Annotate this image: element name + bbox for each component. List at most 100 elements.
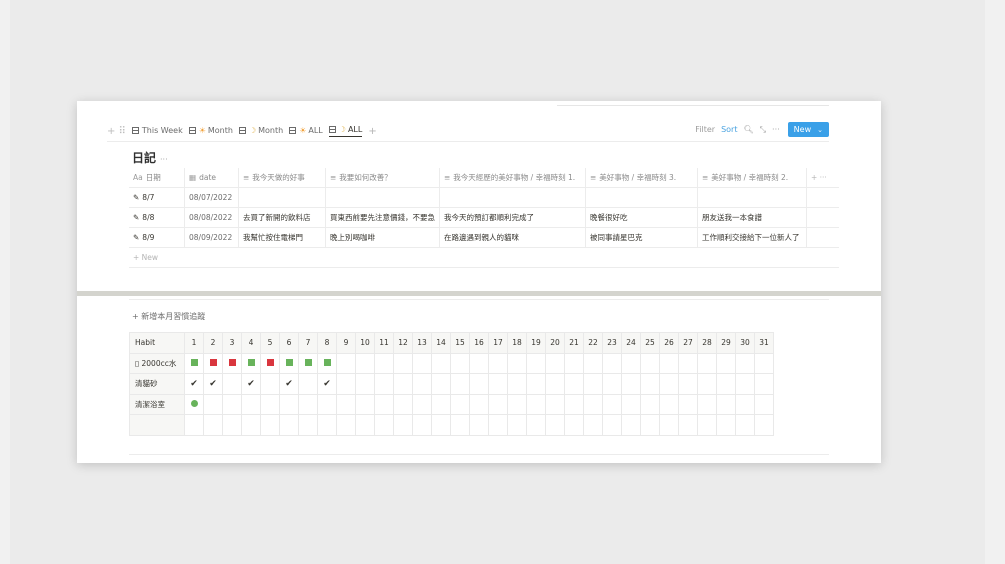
habit-day-cell[interactable] [431, 352, 451, 374]
habit-day-cell[interactable] [431, 393, 451, 415]
search-icon[interactable]: 🔍︎ [743, 125, 753, 134]
habit-day-cell[interactable] [488, 414, 508, 436]
habit-day-cell[interactable] [678, 414, 698, 436]
habit-day-cell[interactable] [564, 393, 584, 415]
habit-name[interactable] [129, 414, 185, 436]
view-tab-moon-month[interactable]: ☽ Month [238, 126, 283, 137]
habit-day-cell[interactable] [602, 373, 622, 395]
date-cell[interactable]: 08/08/2022 [184, 207, 239, 228]
habit-day-cell[interactable] [450, 414, 470, 436]
habit-day-cell[interactable] [659, 352, 679, 374]
text-cell[interactable] [697, 187, 807, 208]
habit-day-cell[interactable] [735, 352, 755, 374]
habit-day-cell[interactable] [621, 414, 641, 436]
habit-day-cell[interactable] [241, 393, 261, 415]
column-header-happy-3[interactable]: ≡ 美好事物 / 幸福時刻 3. [585, 168, 698, 188]
habit-day-cell[interactable] [526, 393, 546, 415]
habit-day-cell[interactable] [412, 373, 432, 395]
habit-row[interactable]: 清潔浴室 [129, 393, 774, 415]
habit-day-cell[interactable] [393, 393, 413, 415]
habit-day-cell[interactable] [697, 373, 717, 395]
habit-day-cell[interactable] [735, 414, 755, 436]
habit-day-cell[interactable] [412, 393, 432, 415]
more-options-icon[interactable]: ··· [160, 155, 168, 164]
habit-day-cell[interactable] [564, 373, 584, 395]
habit-name[interactable]: 清潔浴室 [129, 393, 185, 415]
habit-day-cell[interactable] [507, 414, 527, 436]
habit-day-cell[interactable] [697, 352, 717, 374]
habit-day-cell[interactable] [317, 352, 337, 374]
view-tab-moon-all[interactable]: ☽ ALL [328, 125, 363, 137]
habit-day-cell[interactable] [507, 373, 527, 395]
habit-day-cell[interactable] [336, 373, 356, 395]
habit-day-cell[interactable] [393, 414, 413, 436]
row-title[interactable]: ✎ 8/7 [129, 187, 185, 208]
habit-day-cell[interactable] [203, 393, 223, 415]
date-cell[interactable]: 08/09/2022 [184, 227, 239, 248]
habit-day-cell[interactable] [659, 373, 679, 395]
habit-day-cell[interactable] [507, 393, 527, 415]
habit-day-cell[interactable] [659, 393, 679, 415]
habit-day-cell[interactable] [203, 352, 223, 374]
add-view-icon[interactable]: + [368, 126, 376, 137]
habit-day-cell[interactable] [583, 414, 603, 436]
habit-day-cell[interactable]: ✔ [203, 373, 223, 395]
habit-day-cell[interactable] [735, 393, 755, 415]
habit-day-cell[interactable] [469, 352, 489, 374]
view-tab-sun-month[interactable]: ☀ Month [188, 126, 233, 137]
column-header-good-deed[interactable]: ≡ 我今天做的好事 [238, 168, 326, 188]
habit-name[interactable]: 清貓砂 [129, 373, 185, 395]
add-column-button[interactable]: + ··· [806, 168, 839, 188]
new-row-button[interactable]: + New [129, 247, 839, 268]
habit-day-cell[interactable] [450, 393, 470, 415]
habit-day-cell[interactable] [735, 373, 755, 395]
filter-button[interactable]: Filter [695, 125, 715, 134]
new-row[interactable]: + New [129, 247, 839, 268]
plus-icon[interactable]: + ··· [811, 173, 827, 182]
habit-day-cell[interactable] [450, 352, 470, 374]
habit-day-cell[interactable] [526, 414, 546, 436]
habit-day-cell[interactable] [678, 373, 698, 395]
habit-day-cell[interactable] [184, 414, 204, 436]
habit-day-cell[interactable] [754, 414, 774, 436]
habit-day-cell[interactable] [317, 393, 337, 415]
habit-day-cell[interactable] [526, 352, 546, 374]
habit-day-cell[interactable] [640, 373, 660, 395]
habit-day-cell[interactable] [545, 414, 565, 436]
habit-day-cell[interactable] [184, 352, 204, 374]
date-cell[interactable]: 08/07/2022 [184, 187, 239, 208]
habit-day-cell[interactable]: ✔ [279, 373, 299, 395]
expand-icon[interactable]: ⤡ [760, 125, 766, 135]
habit-day-cell[interactable] [336, 414, 356, 436]
habit-day-cell[interactable] [602, 393, 622, 415]
habit-day-cell[interactable] [697, 393, 717, 415]
column-header-date[interactable]: ▦ date [184, 168, 239, 188]
habit-day-cell[interactable] [184, 393, 204, 415]
table-row[interactable]: ✎ 8/7 08/07/2022 [129, 187, 839, 208]
habit-day-cell[interactable] [374, 352, 394, 374]
habit-day-cell[interactable] [431, 373, 451, 395]
text-cell[interactable]: 去買了新開的飲料店 [238, 207, 326, 228]
row-title[interactable]: ✎ 8/9 [129, 227, 185, 248]
text-cell[interactable] [585, 187, 698, 208]
habit-day-cell[interactable] [488, 352, 508, 374]
habit-day-cell[interactable]: ✔ [184, 373, 204, 395]
habit-day-cell[interactable] [754, 393, 774, 415]
database-title[interactable]: 日記 ··· [132, 149, 168, 166]
habit-day-cell[interactable] [260, 393, 280, 415]
habit-day-cell[interactable] [241, 352, 261, 374]
habit-day-cell[interactable] [222, 393, 242, 415]
habit-day-cell[interactable] [697, 414, 717, 436]
habit-row[interactable]: 清貓砂 ✔ ✔ ✔ ✔ ✔ [129, 373, 774, 395]
habit-day-cell[interactable] [469, 414, 489, 436]
habit-day-cell[interactable] [678, 393, 698, 415]
habit-day-cell[interactable] [355, 393, 375, 415]
habit-day-cell[interactable] [431, 414, 451, 436]
view-tab-this-week[interactable]: This Week [131, 126, 183, 137]
habit-day-cell[interactable] [355, 373, 375, 395]
habit-day-cell[interactable] [488, 393, 508, 415]
text-cell[interactable]: 晚上別喝咖啡 [325, 227, 440, 248]
text-cell[interactable] [238, 187, 326, 208]
habit-day-cell[interactable] [222, 352, 242, 374]
habit-day-cell[interactable] [716, 393, 736, 415]
